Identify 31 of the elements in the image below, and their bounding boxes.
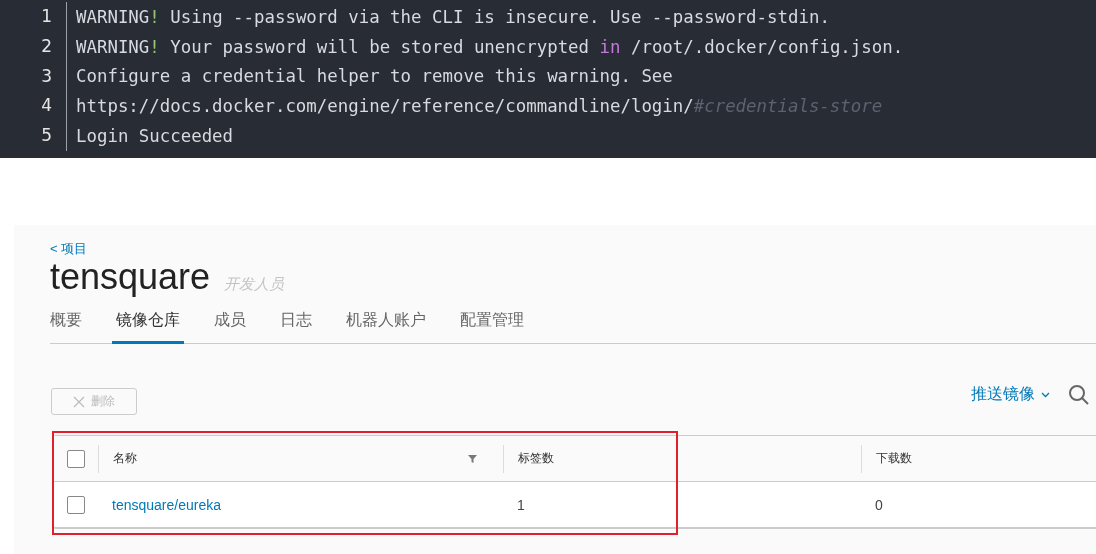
column-header: 标签数 (518, 450, 554, 467)
line-number: 2 (0, 31, 67, 62)
line-number: 1 (0, 2, 67, 32)
column-header: 下载数 (876, 450, 912, 467)
close-icon (73, 395, 85, 408)
code-line: Login Succeeded (75, 126, 234, 147)
code-line: Configure a credential helper to remove this warning. See (75, 66, 673, 87)
checkbox[interactable] (67, 449, 85, 468)
filter-icon[interactable] (468, 454, 477, 463)
code-line: WARNING! Your password will be stored unencrypted in /root/.docker/config.json. (75, 36, 904, 57)
line-number: 5 (0, 121, 67, 151)
tab[interactable]: 概要 (50, 302, 82, 344)
tab[interactable]: 成员 (214, 302, 246, 344)
tab[interactable]: 日志 (280, 302, 312, 344)
caret-icon (1041, 391, 1050, 398)
code-line: WARNING! Using --password via the CLI is insecure. Use --password-stdin. (75, 6, 830, 27)
line-number: 3 (0, 61, 67, 92)
column-header: 名称 (113, 450, 137, 467)
tab[interactable]: 配置管理 (460, 302, 524, 344)
back-link[interactable]: < 项目 (50, 240, 88, 258)
checkbox[interactable] (67, 495, 85, 514)
search-icon[interactable] (1068, 383, 1090, 406)
table-cell: 1 (517, 496, 525, 513)
code-line: https://docs.docker.com/engine/reference/commandline/login/#credentials-store (75, 96, 883, 117)
line-number: 4 (0, 91, 67, 122)
tab[interactable]: 机器人账户 (346, 302, 426, 344)
repository-link[interactable]: tensquare/eureka (112, 496, 221, 513)
tab[interactable]: 镜像仓库 (112, 302, 184, 344)
table-cell: 0 (875, 496, 883, 513)
push-image-link[interactable]: 推送镜像 (971, 384, 1035, 405)
project-title: tensquare (50, 256, 211, 298)
